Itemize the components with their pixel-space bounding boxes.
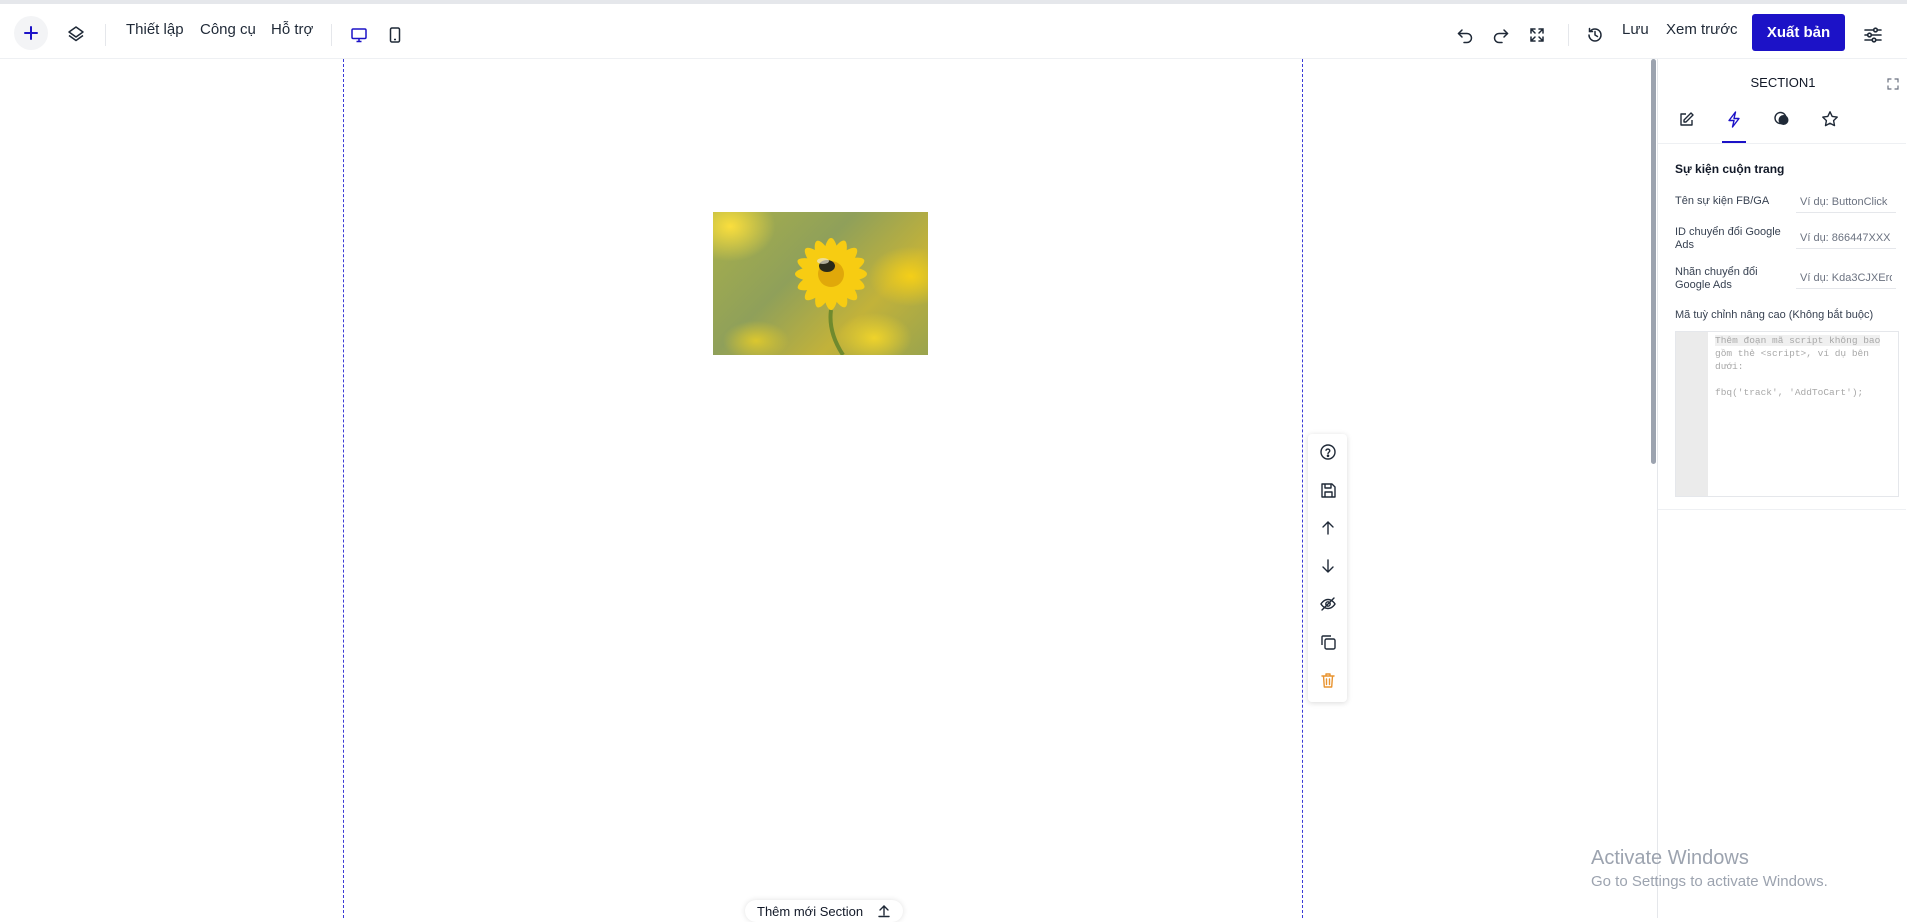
- history-icon: [1588, 27, 1602, 42]
- code-placeholder-line1: Thêm đoạn mã script không bao: [1715, 335, 1881, 346]
- copy-icon: [1320, 634, 1336, 650]
- eye-off-icon: [1320, 597, 1336, 611]
- panel-scrollbar[interactable]: [1651, 59, 1656, 464]
- duplicate-button[interactable]: [1317, 631, 1339, 653]
- field-label-fb-ga-event: Tên sự kiện FB/GA: [1675, 195, 1770, 207]
- section-heading: Sự kiện cuộn trang: [1675, 162, 1785, 176]
- menu-settings[interactable]: Thiết lập: [126, 21, 184, 38]
- windows-watermark-subtitle: Go to Settings to activate Windows.: [1591, 873, 1828, 890]
- upload-icon: [878, 905, 890, 918]
- custom-code-label: Mã tuỳ chỉnh nâng cao (Không bắt buộc): [1675, 309, 1874, 321]
- save-section-button[interactable]: [1317, 479, 1339, 501]
- settings-sliders-button[interactable]: [1862, 24, 1884, 46]
- monitor-icon: [351, 28, 367, 43]
- field-label-gads-conversion-id: ID chuyển đổi Google Ads: [1675, 226, 1781, 251]
- tab-effects[interactable]: [1817, 106, 1843, 132]
- hide-button[interactable]: [1317, 593, 1339, 615]
- section-actions-toolbar: [1308, 434, 1347, 702]
- desktop-view-button[interactable]: [349, 25, 369, 45]
- top-toolbar: Thiết lập Công cụ Hỗ trợ Lưu Xem trước X…: [0, 0, 1907, 59]
- flower-image[interactable]: [713, 212, 928, 355]
- gads-conversion-label-input[interactable]: [1796, 267, 1896, 289]
- menu-support[interactable]: Hỗ trợ: [271, 21, 313, 38]
- move-down-button[interactable]: [1317, 555, 1339, 577]
- gads-conversion-id-input[interactable]: [1796, 227, 1896, 249]
- code-placeholder-rest: gồm thẻ <script>, ví dụ bên dưới: fbq('t…: [1715, 348, 1869, 398]
- panel-divider: [1658, 509, 1906, 510]
- plus-icon: [24, 26, 38, 40]
- divider: [105, 24, 106, 46]
- divider: [331, 24, 332, 46]
- layers-button[interactable]: [66, 24, 86, 44]
- help-button[interactable]: [1317, 441, 1339, 463]
- sliders-icon: [1864, 27, 1882, 43]
- lightning-icon: [1728, 110, 1740, 128]
- help-icon: [1320, 444, 1336, 460]
- add-element-button[interactable]: [14, 16, 48, 50]
- edit-icon: [1679, 111, 1694, 126]
- section-right-guide: [1302, 59, 1303, 918]
- expand-panel-button[interactable]: [1887, 77, 1901, 91]
- flower-illustration: [795, 238, 867, 355]
- fb-ga-event-input[interactable]: [1796, 191, 1896, 213]
- fullscreen-button[interactable]: [1527, 25, 1547, 45]
- menu-tools[interactable]: Công cụ: [200, 21, 256, 38]
- preview-button[interactable]: Xem trước: [1666, 21, 1738, 38]
- redo-button[interactable]: [1491, 25, 1511, 45]
- floppy-icon: [1320, 482, 1336, 498]
- delete-button[interactable]: [1317, 669, 1339, 691]
- phone-icon: [389, 27, 401, 43]
- code-placeholder: Thêm đoạn mã script không bao gồm thẻ <s…: [1715, 334, 1893, 399]
- expand-icon: [1530, 28, 1544, 42]
- history-button[interactable]: [1585, 25, 1605, 45]
- panel-divider: [1658, 143, 1906, 144]
- add-section-label: Thêm mới Section: [757, 903, 864, 919]
- divider: [1568, 24, 1569, 46]
- section-left-guide: [343, 59, 344, 918]
- tab-edit[interactable]: [1673, 106, 1699, 132]
- windows-watermark-title: Activate Windows: [1591, 847, 1749, 869]
- undo-icon: [1457, 29, 1473, 44]
- star-icon: [1822, 111, 1838, 127]
- properties-panel: SECTION1 Sự kiện cuộn trang Tên sự kiện …: [1657, 59, 1907, 918]
- code-gutter: [1676, 332, 1708, 496]
- expand-icon: [1887, 78, 1899, 90]
- custom-code-editor[interactable]: Thêm đoạn mã script không bao gồm thẻ <s…: [1675, 331, 1899, 497]
- tab-style[interactable]: [1769, 106, 1795, 132]
- add-section-button[interactable]: Thêm mới Section: [745, 900, 904, 922]
- trash-icon: [1321, 672, 1335, 688]
- arrow-up-icon: [1322, 521, 1334, 535]
- layers-icon: [68, 26, 84, 42]
- move-up-button[interactable]: [1317, 517, 1339, 539]
- mobile-view-button[interactable]: [385, 25, 405, 45]
- tab-events[interactable]: [1721, 106, 1747, 132]
- redo-icon: [1493, 29, 1509, 44]
- field-label-gads-conversion-label: Nhãn chuyển đổi Google Ads: [1675, 266, 1758, 291]
- undo-button[interactable]: [1455, 25, 1475, 45]
- arrow-down-icon: [1322, 559, 1334, 573]
- save-button[interactable]: Lưu: [1622, 21, 1649, 38]
- color-circles-icon: [1774, 111, 1789, 125]
- panel-title: SECTION1: [1750, 75, 1816, 90]
- publish-button[interactable]: Xuất bản: [1752, 14, 1845, 51]
